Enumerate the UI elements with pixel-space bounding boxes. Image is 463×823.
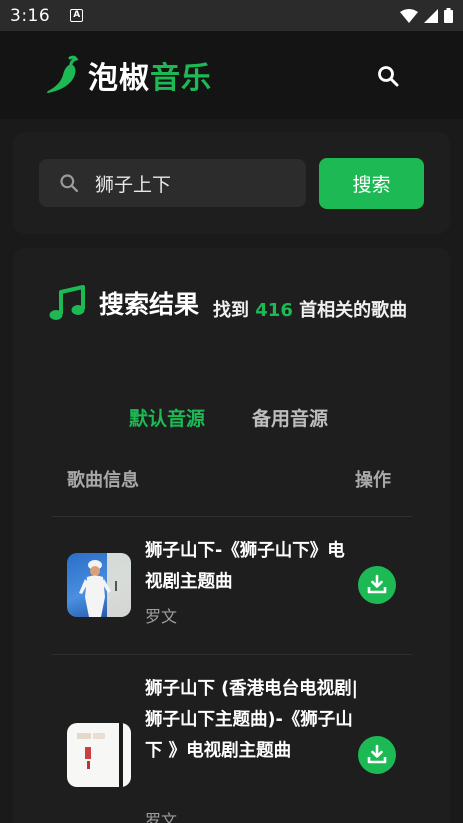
results-title: 搜索结果 — [99, 290, 200, 319]
results-panel: 搜索结果 找到 416 首相关的歌曲 默认音源 备用音源 歌曲信息 操作 狮子山… — [13, 248, 450, 823]
download-icon — [367, 744, 387, 764]
song-title: 狮子山下-《狮子山下》电视剧主题曲 — [145, 541, 345, 592]
brand-part2: 音乐 — [150, 61, 212, 96]
column-header-info: 歌曲信息 — [67, 470, 139, 491]
search-icon — [60, 174, 79, 193]
search-icon[interactable] — [376, 64, 400, 88]
album-cover — [67, 553, 131, 617]
status-time: 3:16 — [10, 5, 51, 26]
song-artist: 罗文 — [145, 811, 178, 823]
search-input[interactable] — [95, 172, 275, 194]
wifi-icon — [400, 8, 418, 23]
song-artist: 罗文 — [145, 607, 178, 626]
divider — [52, 516, 412, 517]
status-indicators — [400, 8, 453, 23]
notification-icon: A — [70, 9, 84, 22]
music-note-icon — [49, 285, 85, 320]
signal-icon — [424, 8, 438, 23]
brand-part1: 泡椒 — [88, 61, 150, 96]
search-button[interactable]: 搜索 — [319, 158, 424, 209]
download-icon — [367, 574, 387, 594]
results-count: 找到 416 首相关的歌曲 — [213, 296, 413, 326]
column-header-action: 操作 — [355, 470, 391, 491]
download-button[interactable] — [358, 566, 396, 604]
search-panel: 搜索 — [13, 132, 450, 234]
chili-pepper-icon — [47, 55, 79, 93]
app-header: 泡椒音乐 — [0, 31, 463, 119]
battery-icon — [444, 8, 453, 23]
status-bar: 3:16 A — [0, 0, 463, 31]
song-title: 狮子山下 (香港电台电视剧|狮子山下主题曲)-《狮子山下 》电视剧主题曲 — [145, 679, 358, 761]
app-logo[interactable]: 泡椒音乐 — [44, 53, 212, 97]
divider — [52, 654, 412, 655]
album-art-image — [79, 553, 131, 617]
count-number: 416 — [255, 300, 293, 321]
tab-backup-source[interactable]: 备用音源 — [252, 404, 328, 431]
app-brand: 泡椒音乐 — [88, 53, 212, 97]
album-cover — [67, 723, 131, 787]
tab-default-source[interactable]: 默认音源 — [129, 404, 205, 431]
album-art-image — [77, 723, 123, 787]
download-button[interactable] — [358, 736, 396, 774]
count-prefix: 找到 — [213, 300, 256, 321]
search-box[interactable] — [39, 159, 306, 207]
count-suffix: 首相关的歌曲 — [292, 300, 408, 321]
